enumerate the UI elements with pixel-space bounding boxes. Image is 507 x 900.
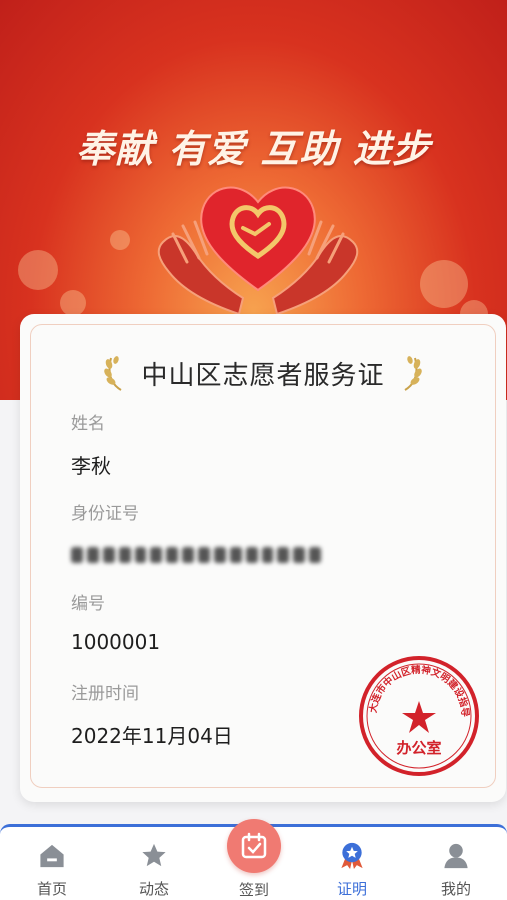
heart-hands-icon bbox=[157, 186, 359, 316]
bokeh-light bbox=[60, 290, 86, 316]
nav-label-feed: 动态 bbox=[138, 880, 169, 898]
bokeh-light bbox=[110, 230, 130, 250]
nav-item-home[interactable]: 首页 bbox=[12, 841, 92, 899]
name-label: 姓名 bbox=[71, 414, 105, 434]
laurel-right-icon bbox=[403, 356, 422, 391]
name-value: 李秋 bbox=[71, 454, 111, 478]
nav-item-profile[interactable]: 我的 bbox=[416, 841, 496, 899]
field-name: 姓名 李秋 bbox=[71, 409, 111, 479]
id-number-label: 身份证号 bbox=[71, 504, 139, 524]
bottom-navigation: 首页 动态 签到 证明 我的 bbox=[0, 819, 507, 900]
nav-item-certificate[interactable]: 证明 bbox=[312, 841, 392, 899]
bokeh-light bbox=[420, 260, 468, 308]
register-date-label: 注册时间 bbox=[71, 684, 139, 704]
official-seal-stamp: 大连市中山区精神文明建设指导委员会 办公室 bbox=[356, 653, 479, 776]
number-value: 1000001 bbox=[71, 630, 161, 654]
nav-label-checkin: 签到 bbox=[238, 881, 269, 899]
id-number-redacted bbox=[71, 544, 321, 566]
nav-label-certificate: 证明 bbox=[336, 880, 367, 898]
calendar-check-icon bbox=[241, 832, 267, 859]
card-header: 中山区志愿者服务证 bbox=[31, 353, 495, 393]
svg-text:大连市中山区精神文明建设指导委员会: 大连市中山区精神文明建设指导委员会 bbox=[356, 653, 470, 718]
badge-icon bbox=[341, 842, 363, 870]
volunteer-certificate-card: 中山区志愿者服务证 姓名 李秋 身份证号 编号 1000001 注册时间 202… bbox=[20, 314, 506, 802]
field-number: 编号 1000001 bbox=[71, 589, 160, 654]
person-icon bbox=[444, 843, 468, 869]
nav-label-profile: 我的 bbox=[440, 880, 471, 898]
field-id-number: 身份证号 bbox=[71, 499, 321, 566]
nav-label-home: 首页 bbox=[36, 880, 67, 898]
register-date-value: 2022年11月04日 bbox=[71, 724, 233, 748]
slogan-text: 奉献 有爱 互助 进步 bbox=[76, 127, 431, 171]
nav-item-checkin[interactable]: 签到 bbox=[214, 819, 294, 899]
laurel-left-icon bbox=[104, 356, 123, 391]
home-icon bbox=[40, 844, 64, 868]
bokeh-light bbox=[18, 250, 58, 290]
number-label: 编号 bbox=[71, 594, 105, 614]
nav-item-feed[interactable]: 动态 bbox=[114, 841, 194, 899]
checkin-button[interactable] bbox=[227, 819, 281, 873]
star-icon bbox=[142, 843, 166, 867]
card-title: 中山区志愿者服务证 bbox=[141, 360, 385, 391]
field-register-date: 注册时间 2022年11月04日 bbox=[71, 679, 233, 749]
svg-text:办公室: 办公室 bbox=[396, 739, 441, 757]
certificate-border: 中山区志愿者服务证 姓名 李秋 身份证号 编号 1000001 注册时间 202… bbox=[30, 324, 496, 788]
